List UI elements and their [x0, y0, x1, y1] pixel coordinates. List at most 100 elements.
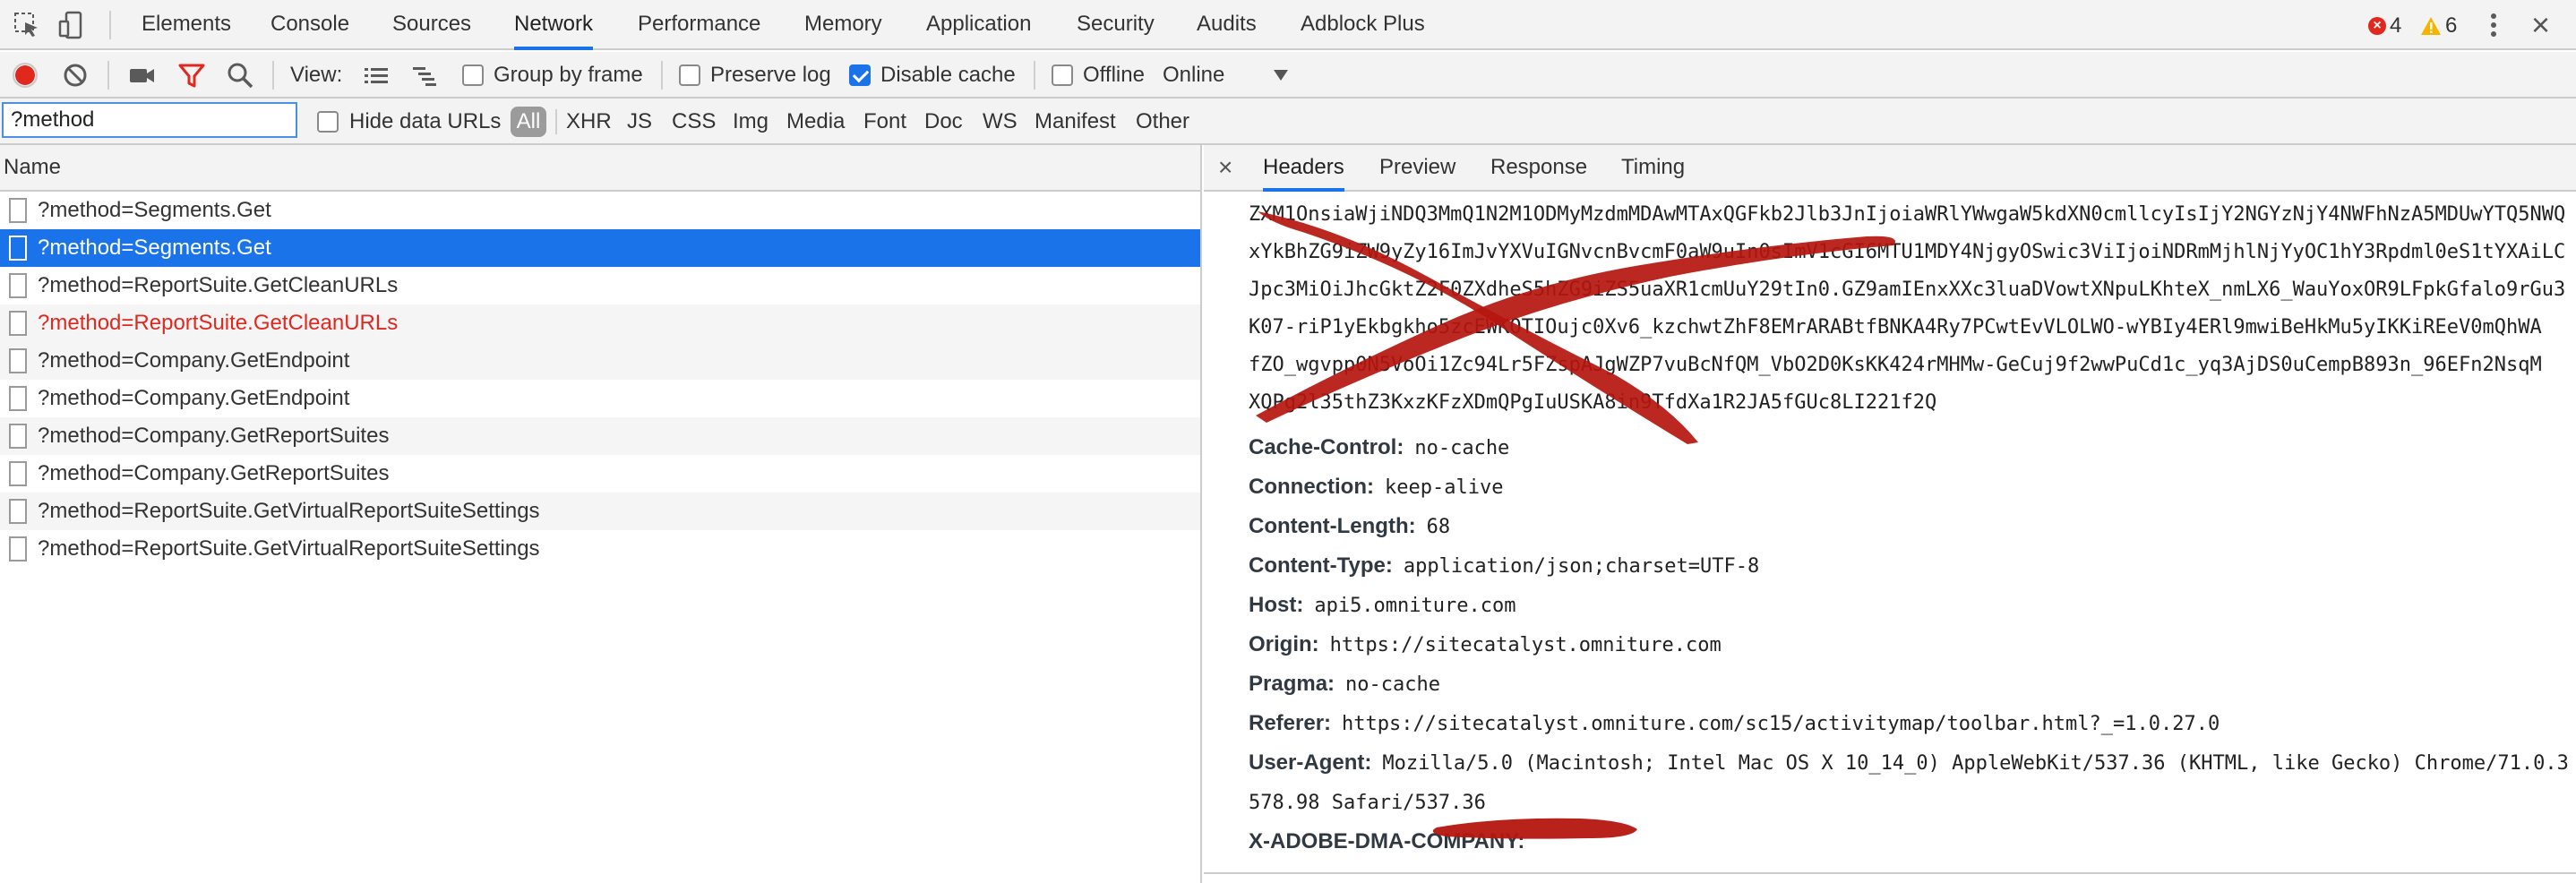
filter-type-img[interactable]: Img: [733, 99, 769, 145]
filter-type-doc[interactable]: Doc: [924, 99, 963, 145]
header-value: 578.98 Safari/537.36: [1249, 792, 1486, 814]
tab-timing[interactable]: Timing: [1621, 145, 1685, 192]
overview-waterfall-icon[interactable]: [410, 61, 439, 90]
toolbar-divider: [107, 61, 109, 90]
devtools-tab-bar: Elements Console Sources Network Perform…: [0, 0, 2576, 50]
toolbar-divider: [1034, 61, 1035, 90]
request-list: ?method=Segments.Get ?method=Segments.Ge…: [0, 192, 1202, 883]
request-row-selected[interactable]: ?method=Segments.Get: [0, 229, 1200, 267]
header-origin: Origin: https://sitecatalyst.omniture.com: [1249, 625, 2574, 664]
tab-memory[interactable]: Memory: [804, 0, 882, 50]
hide-data-urls-checkbox[interactable]: [317, 111, 339, 133]
header-key: Connection:: [1249, 475, 1374, 499]
filter-type-css[interactable]: CSS: [672, 99, 716, 145]
request-row[interactable]: ?method=Company.GetReportSuites: [0, 417, 1200, 455]
tab-elements[interactable]: Elements: [142, 0, 231, 50]
request-name: ?method=Company.GetEndpoint: [38, 348, 350, 373]
header-value: keep-alive: [1384, 476, 1504, 499]
header-value: https://sitecatalyst.omniture.com: [1329, 634, 1722, 656]
tab-network[interactable]: Network: [514, 0, 594, 50]
network-toolbar: View: Group by frame Preserve log Disabl…: [0, 52, 2576, 99]
request-row[interactable]: ?method=Company.GetEndpoint: [0, 380, 1200, 417]
hide-data-urls-label: Hide data URLs: [349, 109, 502, 133]
capture-screenshots-icon[interactable]: [127, 61, 156, 90]
header-pragma: Pragma: no-cache: [1249, 664, 2574, 704]
request-name: ?method=ReportSuite.GetCleanURLs: [38, 273, 399, 297]
preserve-log-label: Preserve log: [710, 63, 831, 87]
header-key: Referer:: [1249, 711, 1332, 735]
request-row[interactable]: ?method=Segments.Get: [0, 192, 1200, 229]
large-rows-icon[interactable]: [362, 61, 391, 90]
auth-token-line: XQPg2l35thZ3KxzKFzXDmQPgIuUSKA8in9TfdXa1…: [1249, 391, 1937, 414]
error-count-badge[interactable]: × 4 6: [2368, 13, 2457, 38]
close-detail-icon[interactable]: ×: [1218, 145, 1232, 190]
clear-icon[interactable]: [61, 61, 90, 90]
search-icon[interactable]: [226, 61, 254, 90]
tab-security[interactable]: Security: [1077, 0, 1155, 50]
header-key: Origin:: [1249, 632, 1319, 656]
header-key: X-ADOBE-DMA-COMPANY:: [1249, 829, 1525, 853]
chevron-down-icon[interactable]: [1274, 70, 1288, 81]
filter-type-all[interactable]: All: [511, 107, 546, 137]
tab-adblock-plus[interactable]: Adblock Plus: [1301, 0, 1425, 50]
filter-input[interactable]: [2, 102, 297, 138]
tab-headers[interactable]: Headers: [1263, 145, 1344, 192]
error-count: 4: [2390, 13, 2402, 38]
request-name: ?method=Company.GetReportSuites: [38, 461, 390, 485]
header-value: no-cache: [1345, 673, 1441, 696]
header-value: no-cache: [1414, 437, 1510, 459]
header-value: application/json;charset=UTF-8: [1403, 555, 1760, 578]
group-by-frame-label: Group by frame: [494, 63, 643, 87]
group-by-frame-checkbox[interactable]: [462, 64, 484, 86]
header-value: api5.omniture.com: [1314, 595, 1516, 617]
request-row[interactable]: ?method=Company.GetEndpoint: [0, 342, 1200, 380]
header-key: Cache-Control:: [1249, 435, 1404, 459]
headers-panel: ZXM1OnsiaWjiNDQ3MmQ1N2M1ODMyMzdmMDAwMTAx…: [1204, 192, 2576, 883]
filter-type-media[interactable]: Media: [786, 99, 845, 145]
header-value: https://sitecatalyst.omniture.com/sc15/a…: [1342, 713, 2220, 735]
filter-icon[interactable]: [177, 61, 206, 90]
request-name: ?method=Company.GetEndpoint: [38, 386, 350, 410]
tab-console[interactable]: Console: [270, 0, 349, 50]
throttling-select[interactable]: Online: [1163, 52, 1224, 99]
name-column-header[interactable]: Name: [0, 145, 1202, 192]
more-options-icon[interactable]: [2485, 11, 2503, 39]
tab-preview[interactable]: Preview: [1379, 145, 1455, 192]
disable-cache-checkbox[interactable]: [849, 64, 871, 86]
preserve-log-checkbox[interactable]: [679, 64, 700, 86]
filter-type-js[interactable]: JS: [627, 99, 652, 145]
close-devtools-icon[interactable]: ×: [2531, 7, 2550, 43]
device-toolbar-icon[interactable]: [57, 11, 86, 39]
offline-checkbox[interactable]: [1052, 64, 1073, 86]
offline-label: Offline: [1083, 63, 1145, 87]
warning-count: 6: [2445, 13, 2458, 38]
header-key: User-Agent:: [1249, 750, 1372, 775]
view-label: View:: [290, 63, 343, 87]
tab-application[interactable]: Application: [926, 0, 1031, 50]
document-icon: [9, 536, 27, 562]
tab-sources[interactable]: Sources: [392, 0, 471, 50]
header-key: Content-Length:: [1249, 514, 1416, 538]
request-row[interactable]: ?method=ReportSuite.GetCleanURLs: [0, 267, 1200, 304]
record-icon[interactable]: [11, 61, 39, 90]
request-row-error[interactable]: ?method=ReportSuite.GetCleanURLs: [0, 304, 1200, 342]
document-icon: [9, 236, 27, 261]
filter-type-font[interactable]: Font: [863, 99, 906, 145]
document-icon: [9, 311, 27, 336]
request-row[interactable]: ?method=ReportSuite.GetVirtualReportSuit…: [0, 530, 1200, 568]
request-name: ?method=ReportSuite.GetVirtualReportSuit…: [38, 499, 540, 523]
request-name: ?method=ReportSuite.GetVirtualReportSuit…: [38, 536, 540, 561]
tab-audits[interactable]: Audits: [1197, 0, 1257, 50]
filter-type-manifest[interactable]: Manifest: [1035, 99, 1116, 145]
request-row[interactable]: ?method=Company.GetReportSuites: [0, 455, 1200, 493]
header-cache-control: Cache-Control: no-cache: [1249, 428, 2574, 467]
request-row[interactable]: ?method=ReportSuite.GetVirtualReportSuit…: [0, 493, 1200, 530]
document-icon: [9, 348, 27, 373]
header-value: Mozilla/5.0 (Macintosh; Intel Mac OS X 1…: [1382, 752, 2569, 775]
filter-type-xhr[interactable]: XHR: [566, 99, 612, 145]
filter-type-other[interactable]: Other: [1136, 99, 1189, 145]
tab-performance[interactable]: Performance: [638, 0, 760, 50]
inspect-element-icon[interactable]: [13, 11, 41, 39]
tab-response[interactable]: Response: [1490, 145, 1587, 192]
filter-type-ws[interactable]: WS: [983, 99, 1018, 145]
